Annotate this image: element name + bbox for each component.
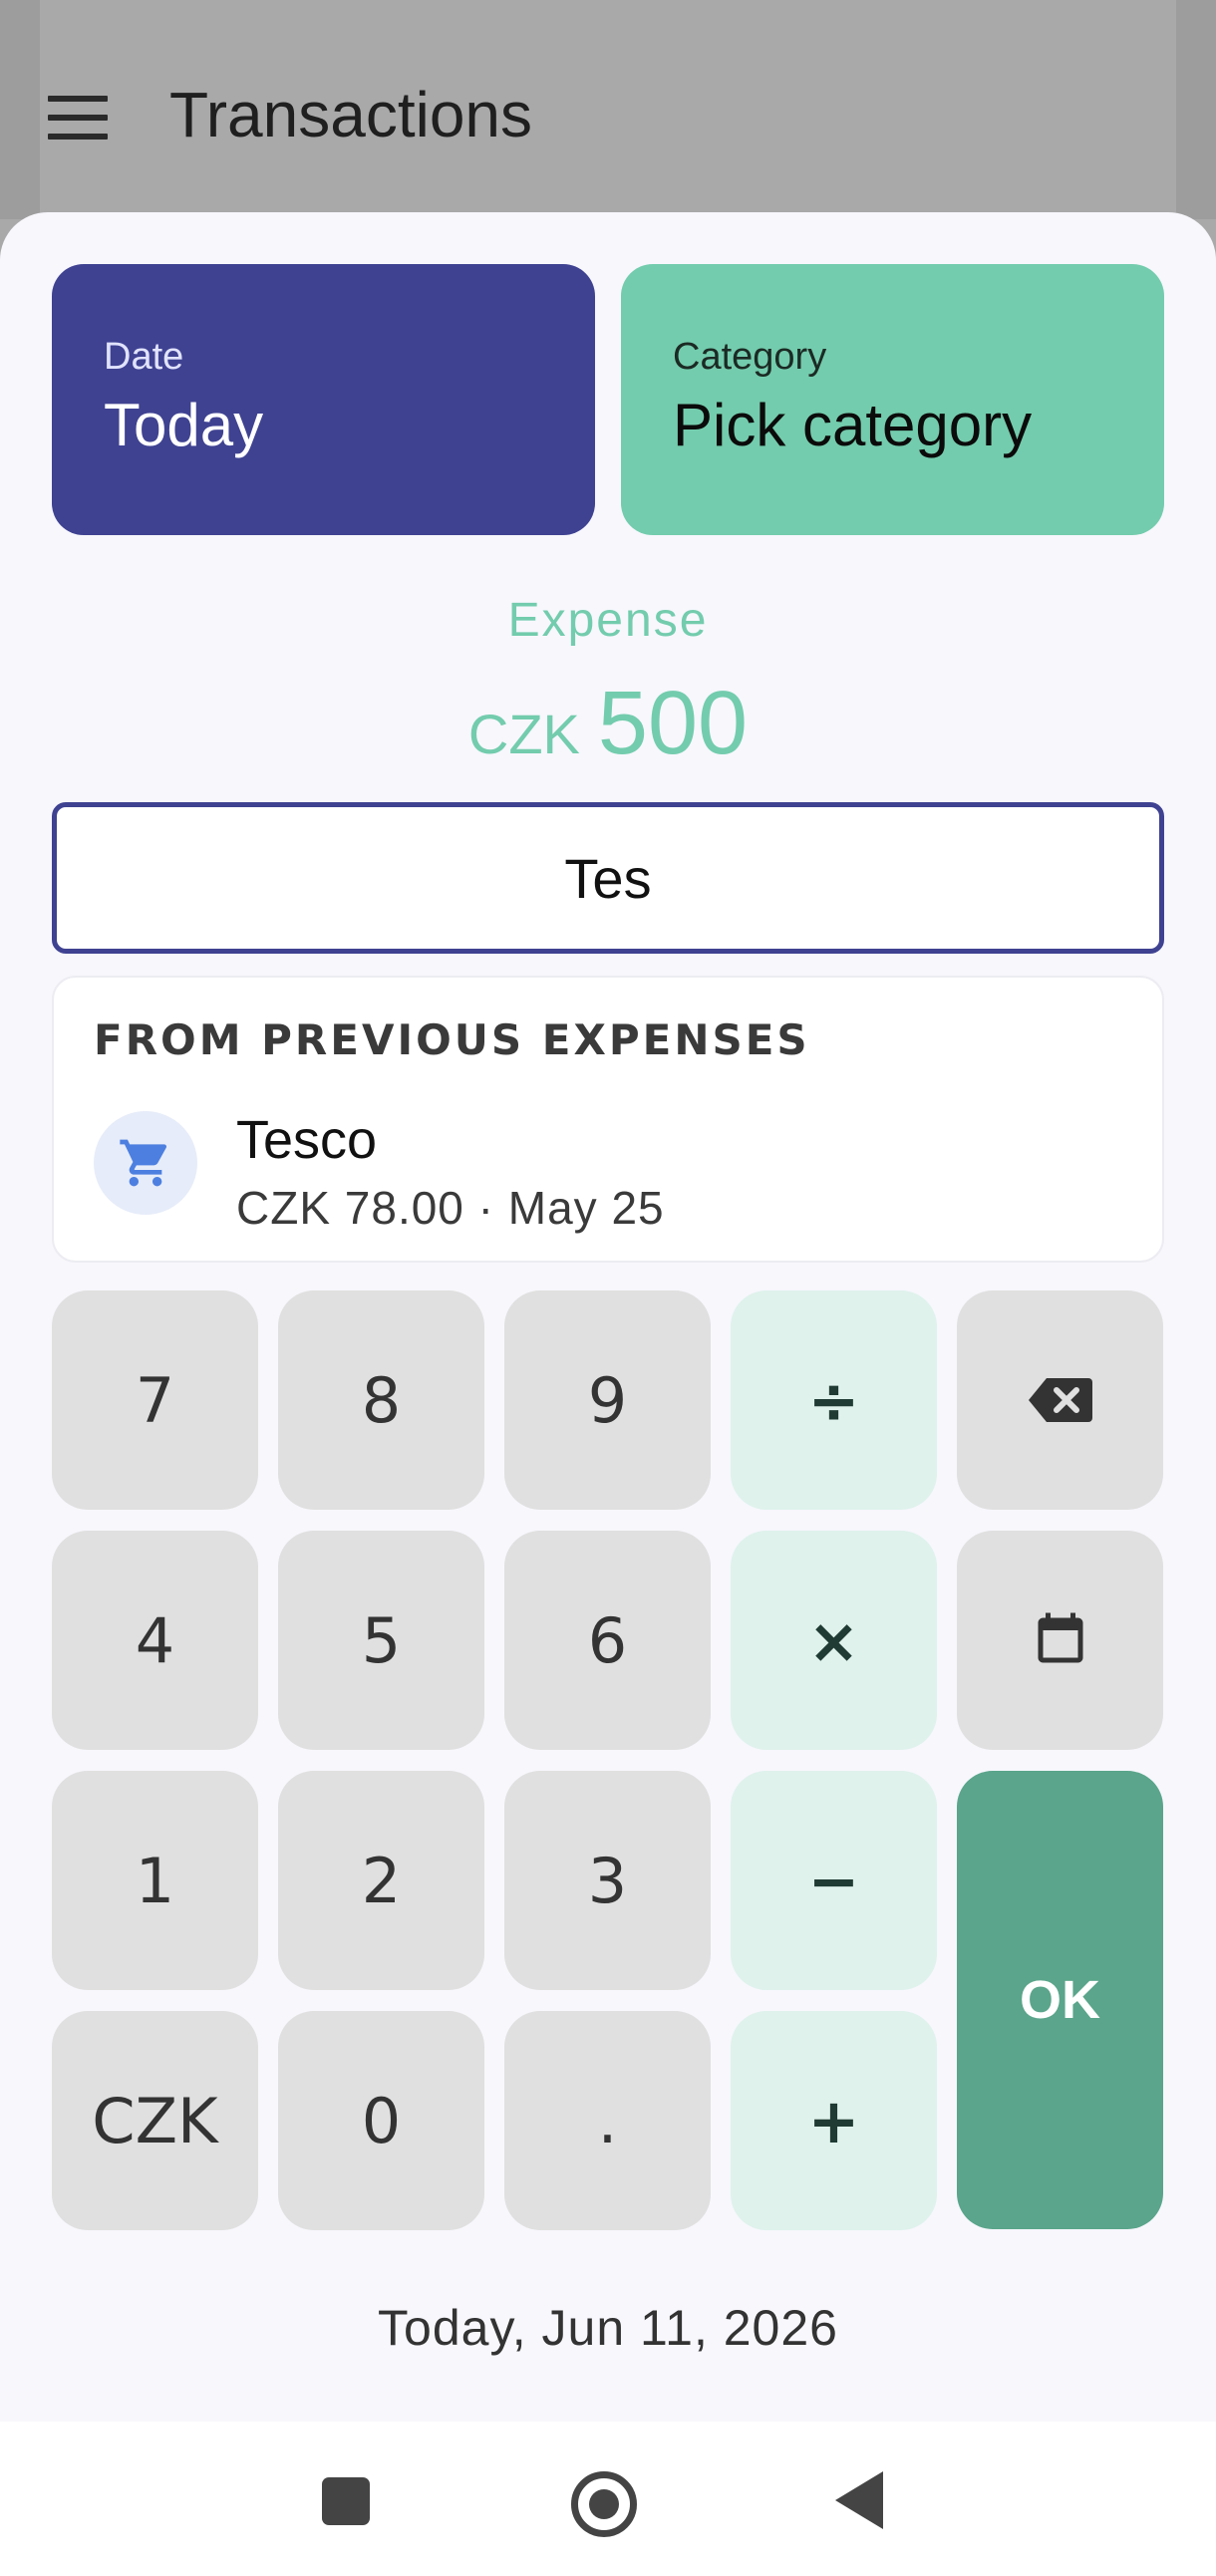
currency-key[interactable]: CZK <box>52 2011 258 2230</box>
shopping-cart-icon <box>94 1111 197 1215</box>
backspace-button[interactable] <box>957 1290 1163 1510</box>
key-6[interactable]: 6 <box>504 1531 711 1750</box>
menu-icon[interactable] <box>48 96 108 140</box>
amount-value: 500 <box>597 674 749 773</box>
key-0[interactable]: 0 <box>278 2011 484 2230</box>
category-tile-label: Category <box>673 336 827 378</box>
date-tile[interactable]: Date Today <box>52 264 595 535</box>
category-tile[interactable]: Category Pick category <box>621 264 1164 535</box>
key-1[interactable]: 1 <box>52 1771 258 1990</box>
key-multiply[interactable]: × <box>731 1531 937 1750</box>
key-minus[interactable]: − <box>731 1771 937 1990</box>
category-tile-value: Pick category <box>673 392 1033 458</box>
key-divide[interactable]: ÷ <box>731 1290 937 1510</box>
home-icon[interactable] <box>571 2471 637 2537</box>
date-tile-value: Today <box>104 392 264 458</box>
ok-button[interactable]: OK <box>957 1771 1163 2229</box>
key-5[interactable]: 5 <box>278 1531 484 1750</box>
suggestions-card: FROM PREVIOUS EXPENSES Tesco CZK 78.00 ·… <box>52 976 1164 1263</box>
page-title: Transactions <box>169 79 532 150</box>
background-edge-right <box>1176 0 1216 219</box>
key-3[interactable]: 3 <box>504 1771 711 1990</box>
suggestion-item[interactable]: Tesco CZK 78.00 · May 25 <box>54 1097 1162 1247</box>
calendar-icon <box>1038 1612 1082 1663</box>
key-7[interactable]: 7 <box>52 1290 258 1510</box>
key-dot[interactable]: . <box>504 2011 711 2230</box>
amount-display: CZK 500 <box>0 673 1216 775</box>
key-9[interactable]: 9 <box>504 1290 711 1510</box>
note-input[interactable] <box>52 802 1164 954</box>
suggestion-detail: CZK 78.00 · May 25 <box>236 1182 665 1234</box>
transaction-type-label[interactable]: Expense <box>0 593 1216 648</box>
calendar-button[interactable] <box>957 1531 1163 1750</box>
suggestions-header: FROM PREVIOUS EXPENSES <box>94 1015 810 1064</box>
system-nav-bar <box>0 2422 1216 2576</box>
key-2[interactable]: 2 <box>278 1771 484 1990</box>
recents-icon[interactable] <box>322 2477 370 2525</box>
selected-date-text: Today, Jun 11, 2026 <box>378 2300 838 2356</box>
date-tile-label: Date <box>104 336 184 378</box>
background-edge-left <box>0 0 40 219</box>
key-plus[interactable]: + <box>731 2011 937 2230</box>
amount-currency: CZK <box>467 703 580 765</box>
suggestion-name: Tesco <box>236 1110 378 1170</box>
back-icon[interactable] <box>835 2471 883 2529</box>
key-8[interactable]: 8 <box>278 1290 484 1510</box>
backspace-icon <box>1028 1378 1092 1422</box>
key-4[interactable]: 4 <box>52 1531 258 1750</box>
